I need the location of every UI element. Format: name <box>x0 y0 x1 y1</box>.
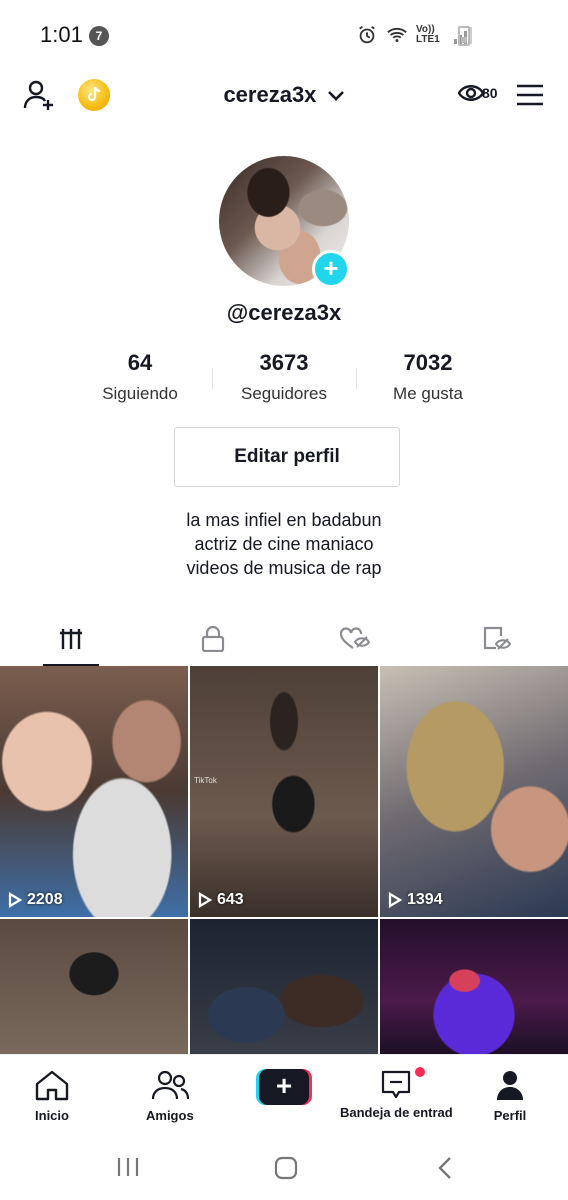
video-thumbnail[interactable]: TikTok 643 <box>190 666 378 917</box>
profile-bio: la mas infiel en badabun actriz de cine … <box>0 508 568 580</box>
videos-grid-icon <box>60 629 82 649</box>
profile-stats: 64 Siguiendo 3673 Seguidores 7032 Me gus… <box>68 350 500 410</box>
stat-following[interactable]: 64 Siguiendo <box>68 350 212 410</box>
nav-label: Inicio <box>35 1108 69 1123</box>
tab-favorites[interactable] <box>426 612 568 666</box>
video-thumbnail[interactable] <box>380 919 568 1054</box>
tab-liked[interactable] <box>284 612 426 666</box>
bottom-navigation: Inicio Amigos + Bandeja de entrad Perfil <box>0 1054 568 1136</box>
profile-views-button[interactable]: 80 <box>458 82 498 104</box>
back-icon[interactable] <box>436 1156 454 1180</box>
create-video-button[interactable]: + <box>256 1069 312 1105</box>
play-count: 2208 <box>8 891 63 909</box>
add-story-button[interactable]: + <box>312 250 350 288</box>
notification-count-badge: 7 <box>89 26 109 46</box>
nav-label: Amigos <box>146 1108 194 1123</box>
stat-label: Siguiendo <box>102 384 178 403</box>
stat-value: 7032 <box>403 350 453 375</box>
lock-icon <box>201 626 225 652</box>
home-icon <box>35 1070 69 1101</box>
play-icon <box>8 892 22 908</box>
system-navigation-bar <box>0 1136 568 1200</box>
nav-friends[interactable]: Amigos <box>146 1069 194 1123</box>
tab-private[interactable] <box>142 612 284 666</box>
inbox-icon <box>382 1070 411 1099</box>
bio-line: actriz de cine maniaco <box>194 534 374 554</box>
nav-home[interactable]: Inicio <box>34 1069 70 1123</box>
username-title: cereza3x <box>223 82 317 107</box>
wifi-icon <box>387 27 407 42</box>
menu-icon[interactable] <box>516 84 544 106</box>
stat-followers[interactable]: 3673 Seguidores <box>212 350 356 410</box>
stat-value: 3673 <box>259 350 309 375</box>
profile-tabs <box>0 612 568 666</box>
video-thumbnail[interactable]: 1394 <box>380 666 568 917</box>
play-icon <box>198 892 212 908</box>
status-bar: 1:01 7 Vo)) LTE1 <box>0 0 568 72</box>
inbox-unread-dot <box>415 1067 425 1077</box>
profile-handle: @cereza3x <box>226 300 342 325</box>
video-grid: 2208 TikTok 643 1394 <box>0 666 568 1054</box>
battery-icon <box>458 26 470 46</box>
chevron-down-icon <box>327 91 344 102</box>
edit-profile-button[interactable]: Editar perfil <box>174 427 400 487</box>
play-count: 1394 <box>388 891 443 909</box>
stat-value: 64 <box>127 350 153 375</box>
nav-inbox[interactable]: Bandeja de entrad <box>340 1069 453 1120</box>
bio-line: videos de musica de rap <box>186 558 382 578</box>
profile-icon <box>497 1071 523 1100</box>
play-count-value: 2208 <box>27 891 63 908</box>
status-icons: Vo)) LTE1 <box>356 24 472 46</box>
nav-label: Perfil <box>493 1108 527 1123</box>
play-count-value: 643 <box>217 891 244 908</box>
nav-profile[interactable]: Perfil <box>492 1069 528 1123</box>
alarm-icon <box>359 25 375 44</box>
bio-line: la mas infiel en badabun <box>186 510 382 530</box>
liked-hidden-icon <box>340 627 370 649</box>
recent-apps-icon[interactable] <box>116 1156 140 1178</box>
stat-label: Seguidores <box>240 384 327 403</box>
nav-label: Bandeja de entrad <box>340 1105 453 1120</box>
play-icon <box>388 892 402 908</box>
home-button-icon[interactable] <box>274 1156 298 1180</box>
eye-icon <box>458 85 484 101</box>
video-thumbnail[interactable] <box>190 919 378 1054</box>
profile-views-count: 80 <box>482 85 498 101</box>
stat-label: Me gusta <box>393 384 463 403</box>
friends-icon <box>151 1070 189 1100</box>
play-count-value: 1394 <box>407 891 443 908</box>
stat-likes[interactable]: 7032 Me gusta <box>356 350 500 410</box>
video-thumbnail[interactable] <box>0 919 188 1054</box>
network-type-label: Vo)) LTE1 <box>416 24 440 45</box>
favorites-hidden-icon <box>483 626 512 650</box>
video-thumbnail[interactable]: 2208 <box>0 666 188 917</box>
profile-header: cereza3x 80 <box>0 72 568 120</box>
tab-videos[interactable] <box>0 612 142 666</box>
plus-icon: + <box>259 1069 309 1105</box>
tiktok-watermark: TikTok <box>194 776 217 785</box>
play-count: 643 <box>198 891 244 909</box>
clock: 1:01 <box>40 22 83 47</box>
